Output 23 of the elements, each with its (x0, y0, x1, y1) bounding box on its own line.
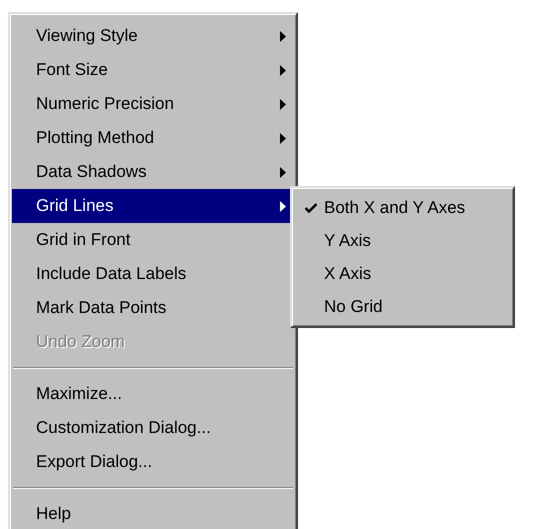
submenu-arrow-icon (280, 166, 286, 178)
menu-item[interactable]: Numeric Precision (12, 87, 294, 121)
menu-item[interactable]: X Axis (294, 257, 511, 290)
menu-item[interactable]: Font Size (12, 53, 294, 87)
menu-item[interactable]: Both X and Y Axes (294, 191, 511, 224)
menu-item[interactable]: Y Axis (294, 224, 511, 257)
menu-item[interactable]: Data Shadows (12, 155, 294, 189)
menu-item[interactable]: No Grid (294, 290, 511, 323)
menu-item[interactable]: Mark Data Points (12, 291, 294, 325)
submenu-arrow-icon (280, 200, 286, 212)
menu-item[interactable]: Export Dialog... (12, 445, 294, 479)
checkmark-icon (305, 202, 317, 212)
menu-item[interactable]: Plotting Method (12, 121, 294, 155)
menu-item[interactable]: Help (12, 497, 294, 529)
menu-item[interactable]: Maximize... (12, 377, 294, 411)
menu-item[interactable]: Grid in Front (12, 223, 294, 257)
submenu-arrow-icon (280, 98, 286, 110)
submenu-arrow-icon (280, 30, 286, 42)
menu-item[interactable]: Viewing Style (12, 19, 294, 53)
menu-item[interactable]: Include Data Labels (12, 257, 294, 291)
submenu-arrow-icon (280, 64, 286, 76)
submenu-arrow-icon (280, 132, 286, 144)
menu-item[interactable]: Customization Dialog... (12, 411, 294, 445)
